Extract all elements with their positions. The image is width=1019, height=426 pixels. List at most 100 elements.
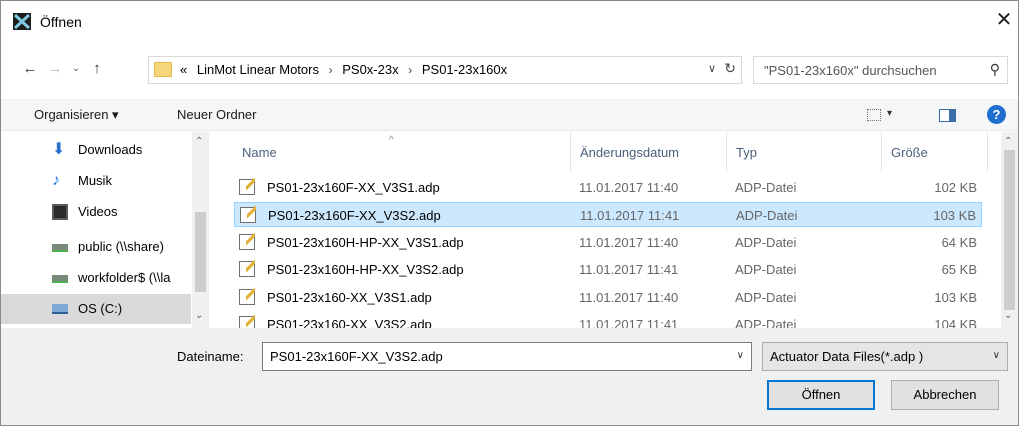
file-type: ADP-Datei [736,208,798,223]
file-row[interactable]: PS01-23x160F-XX_V3S1.adp 11.01.2017 11:4… [234,175,982,200]
breadcrumb: « LinMot Linear Motors › PS0x-23x › PS01… [180,62,513,77]
sidebar-item-downloads[interactable]: ⬇ Downloads [1,135,191,165]
close-icon[interactable]: ✕ [990,7,1018,35]
breadcrumb-item[interactable]: PS0x-23x [342,62,398,77]
sidebar-item-label: Musik [78,173,112,188]
search-input[interactable]: "PS01-23x160x" durchsuchen ⚲ [753,56,1008,84]
sidebar-item-videos[interactable]: Videos [1,197,191,227]
download-icon: ⬇ [52,141,66,158]
sidebar-item-workfolder[interactable]: workfolder$ (\\la [1,263,191,293]
address-dropdown-icon[interactable]: ∨ [708,62,716,75]
file-row[interactable]: PS01-23x160-XX_V3S2.adp 11.01.2017 11:41… [234,312,982,328]
breadcrumb-separator-icon[interactable]: › [408,63,412,77]
file-row[interactable]: PS01-23x160H-HP-XX_V3S2.adp 11.01.2017 1… [234,257,982,282]
file-name: PS01-23x160-XX_V3S2.adp [267,317,432,328]
scroll-down-icon[interactable]: ⌄ [1004,310,1012,321]
preview-pane-icon[interactable] [939,109,956,122]
file-size: 103 KB [934,290,977,305]
cancel-button[interactable]: Abbrechen [891,380,999,410]
column-header-row: ^ Name Änderungsdatum Typ Größe [211,132,1001,172]
file-row[interactable]: PS01-23x160H-HP-XX_V3S1.adp 11.01.2017 1… [234,230,982,255]
file-size: 64 KB [941,235,977,250]
file-size: 104 KB [934,317,977,328]
scroll-down-icon[interactable]: ⌄ [195,310,203,321]
music-icon: ♪ [52,172,60,189]
dialog-footer: Dateiname: PS01-23x160F-XX_V3S2.adp ∨ Ac… [1,328,1018,425]
scroll-up-icon[interactable]: ⌃ [195,136,203,147]
view-options-icon[interactable] [867,109,881,121]
folder-icon [154,62,172,77]
scrollbar-thumb[interactable] [195,212,206,292]
adp-file-icon [239,288,255,305]
help-icon[interactable]: ? [987,105,1006,124]
breadcrumb-item[interactable]: LinMot Linear Motors [197,62,319,77]
breadcrumb-separator-icon[interactable]: › [329,63,333,77]
file-row-selected[interactable]: PS01-23x160F-XX_V3S2.adp 11.01.2017 11:4… [234,202,982,227]
refresh-icon[interactable]: ↻ [724,60,736,77]
chevron-down-icon[interactable]: ∨ [993,350,1000,361]
breadcrumb-item[interactable]: PS01-23x160x [422,62,507,77]
network-drive-icon [52,244,68,252]
navigation-pane: ⬇ Downloads ♪ Musik Videos public (\\sha… [1,132,211,328]
search-icon[interactable]: ⚲ [990,61,1000,78]
column-header-size[interactable]: Größe [891,145,928,160]
column-header-name[interactable]: Name [242,145,277,160]
adp-file-icon [240,206,256,223]
scrollbar-thumb[interactable] [1004,150,1015,310]
file-date: 11.01.2017 11:41 [579,317,679,328]
file-name: PS01-23x160F-XX_V3S1.adp [267,180,440,195]
sidebar-scrollbar[interactable]: ⌃ ⌄ [192,132,209,328]
new-folder-button[interactable]: Neuer Ordner [177,107,256,122]
column-divider[interactable] [881,132,882,172]
file-date: 11.01.2017 11:40 [579,235,679,250]
address-bar[interactable]: « LinMot Linear Motors › PS0x-23x › PS01… [148,56,742,84]
address-row: ← → ⌄ ↑ « LinMot Linear Motors › PS0x-23… [1,53,1018,87]
up-arrow-icon[interactable]: ↑ [88,58,106,80]
column-divider[interactable] [570,132,571,172]
breadcrumb-overflow[interactable]: « [180,62,187,77]
video-icon [52,204,68,220]
adp-file-icon [239,260,255,277]
file-type: ADP-Datei [735,262,797,277]
filename-input[interactable]: PS01-23x160F-XX_V3S2.adp ∨ [262,342,752,371]
sidebar-item-music[interactable]: ♪ Musik [1,166,191,196]
file-date: 11.01.2017 11:40 [579,180,679,195]
sidebar-item-label: workfolder$ (\\la [78,270,171,285]
file-type: ADP-Datei [735,317,797,328]
file-size: 103 KB [933,208,976,223]
forward-arrow-icon[interactable]: → [46,58,64,80]
column-header-type[interactable]: Typ [736,145,757,160]
file-type: ADP-Datei [735,290,797,305]
file-name: PS01-23x160H-HP-XX_V3S1.adp [267,235,464,250]
file-date: 11.01.2017 11:41 [580,208,680,223]
file-list-scrollbar[interactable]: ⌃ ⌄ [1001,132,1018,328]
column-divider[interactable] [987,132,988,172]
organize-menu-button[interactable]: Organisieren ▾ [34,107,119,123]
file-date: 11.01.2017 11:40 [579,290,679,305]
sidebar-item-public-share[interactable]: public (\\share) [1,232,191,262]
view-options-chevron-icon[interactable]: ▾ [887,108,892,128]
file-type-select[interactable]: Actuator Data Files(*.adp ) ∨ [762,342,1008,371]
back-arrow-icon[interactable]: ← [21,58,39,80]
file-size: 102 KB [934,180,977,195]
sidebar-item-os-c[interactable]: OS (C:) [1,294,191,324]
adp-file-icon [239,178,255,195]
column-header-date[interactable]: Änderungsdatum [580,145,679,160]
scroll-up-icon[interactable]: ⌃ [1004,136,1012,147]
file-type-value: Actuator Data Files(*.adp ) [770,349,924,364]
recent-locations-chevron-icon[interactable]: ⌄ [69,58,83,80]
network-drive-icon [52,275,68,283]
file-row[interactable]: PS01-23x160-XX_V3S1.adp 11.01.2017 11:40… [234,285,982,310]
sidebar-item-label: public (\\share) [78,239,164,254]
adp-file-icon [239,233,255,250]
chevron-down-icon[interactable]: ∨ [737,350,744,361]
filename-value: PS01-23x160F-XX_V3S2.adp [270,349,443,364]
column-divider[interactable] [726,132,727,172]
command-toolbar: Organisieren ▾ Neuer Ordner ▾ ? [1,99,1018,131]
file-name: PS01-23x160-XX_V3S1.adp [267,290,432,305]
app-logo-icon [13,13,31,30]
file-list: ^ Name Änderungsdatum Typ Größe PS01-23x… [211,132,1018,328]
open-button[interactable]: Öffnen [767,380,875,410]
file-date: 11.01.2017 11:41 [579,262,679,277]
adp-file-icon [239,315,255,328]
